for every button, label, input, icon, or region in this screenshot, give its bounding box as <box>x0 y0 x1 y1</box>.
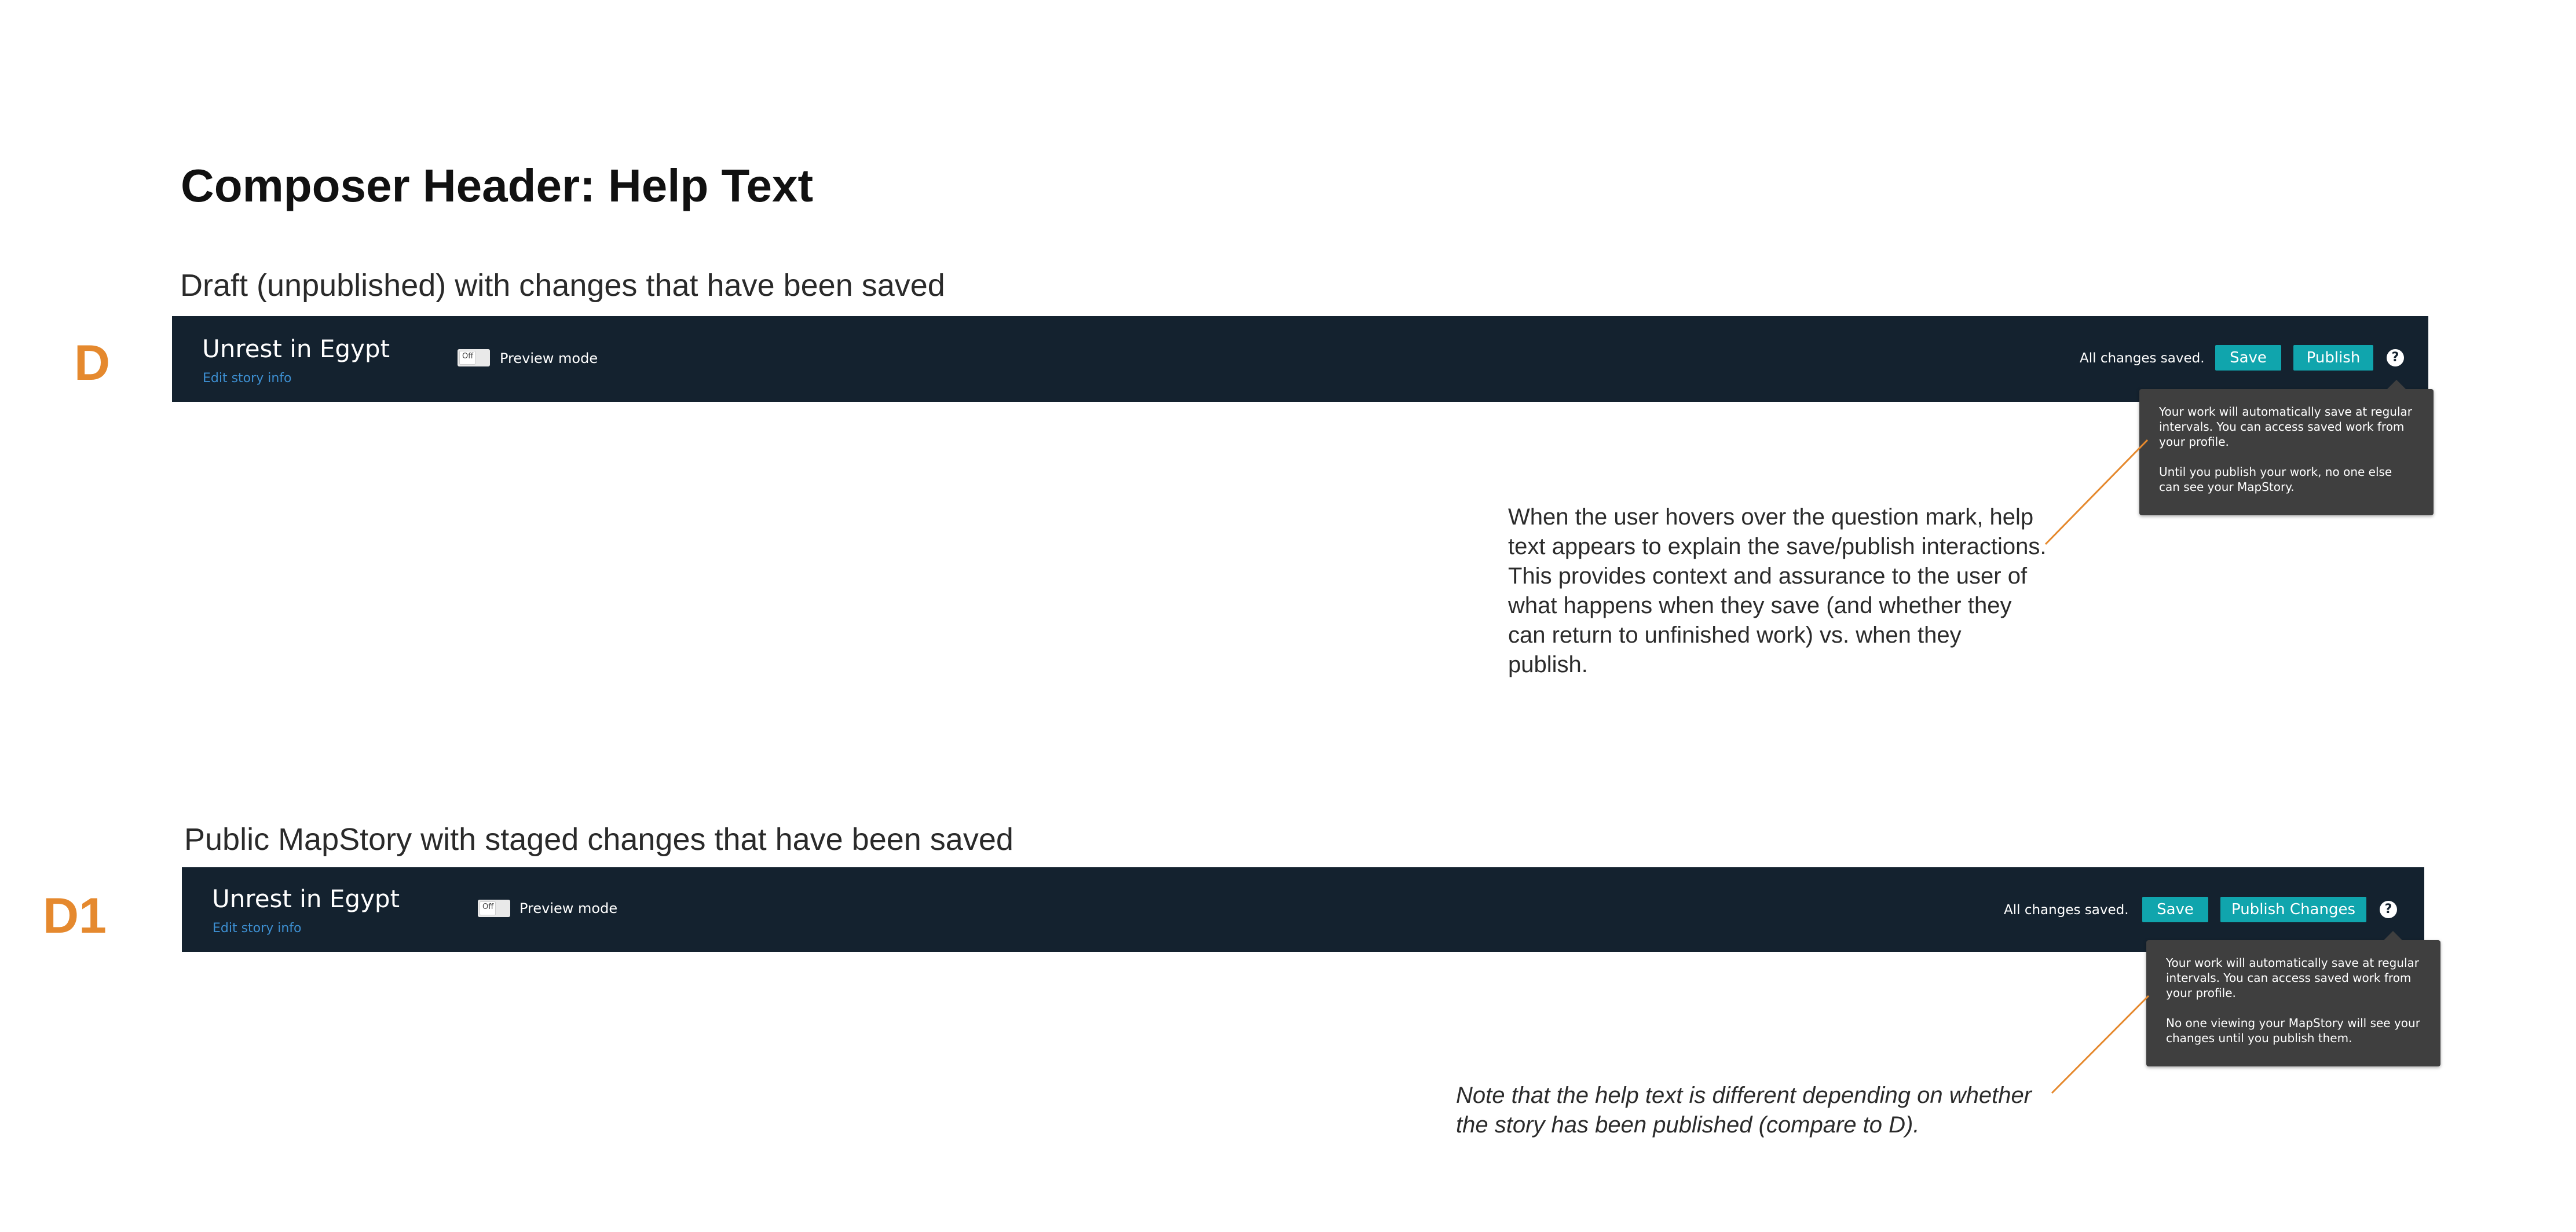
page-title: Composer Header: Help Text <box>181 160 814 211</box>
toggle-state-label: Off <box>482 903 494 911</box>
connector-line-d1 <box>2051 995 2150 1094</box>
tooltip-paragraph-1: Your work will automatically save at reg… <box>2166 956 2420 1000</box>
publish-changes-button[interactable]: Publish Changes <box>2220 897 2366 922</box>
story-title: Unrest in Egypt <box>212 885 400 913</box>
preview-mode-label: Preview mode <box>519 900 618 916</box>
edit-story-info-link[interactable]: Edit story info <box>213 921 301 936</box>
help-tooltip-d: Your work will automatically save at reg… <box>2139 380 2434 515</box>
tooltip-paragraph-2: No one viewing your MapStory will see yo… <box>2166 1016 2420 1045</box>
section-d-heading: Draft (unpublished) with changes that ha… <box>180 268 945 303</box>
section-d1-letter: D1 <box>43 888 107 944</box>
preview-mode-toggle[interactable]: Off <box>458 349 490 366</box>
question-mark-circle-icon[interactable]: ? <box>2380 901 2397 918</box>
save-button[interactable]: Save <box>2215 345 2281 371</box>
publish-button[interactable]: Publish <box>2293 345 2373 371</box>
story-title: Unrest in Egypt <box>202 335 390 363</box>
save-status-text: All changes saved. <box>2080 351 2205 366</box>
composer-header-d: Unrest in Egypt Edit story info Off Prev… <box>172 316 2428 402</box>
annotation-d: When the user hovers over the question m… <box>1508 504 2047 677</box>
annotation-d1: Note that the help text is different dep… <box>1456 1083 2032 1138</box>
edit-story-info-link[interactable]: Edit story info <box>203 371 291 386</box>
preview-mode-toggle[interactable]: Off <box>478 900 510 917</box>
tooltip-paragraph-1: Your work will automatically save at reg… <box>2159 405 2413 449</box>
toggle-state-label: Off <box>462 352 474 361</box>
section-d1-heading: Public MapStory with staged changes that… <box>184 822 1013 857</box>
preview-mode-label: Preview mode <box>500 350 598 366</box>
tooltip-paragraph-2: Until you publish your work, no one else… <box>2159 465 2392 494</box>
composer-header-d1: Unrest in Egypt Edit story info Off Prev… <box>182 867 2424 952</box>
tooltip-arrow <box>2387 380 2406 389</box>
save-button[interactable]: Save <box>2142 897 2208 922</box>
help-tooltip-d1: Your work will automatically save at reg… <box>2146 931 2440 1066</box>
tooltip-arrow <box>2384 931 2402 940</box>
connector-line-d <box>2044 439 2149 545</box>
save-status-text: All changes saved. <box>2004 903 2129 918</box>
question-mark-circle-icon[interactable]: ? <box>2387 349 2404 366</box>
section-d-letter: D <box>74 335 111 391</box>
